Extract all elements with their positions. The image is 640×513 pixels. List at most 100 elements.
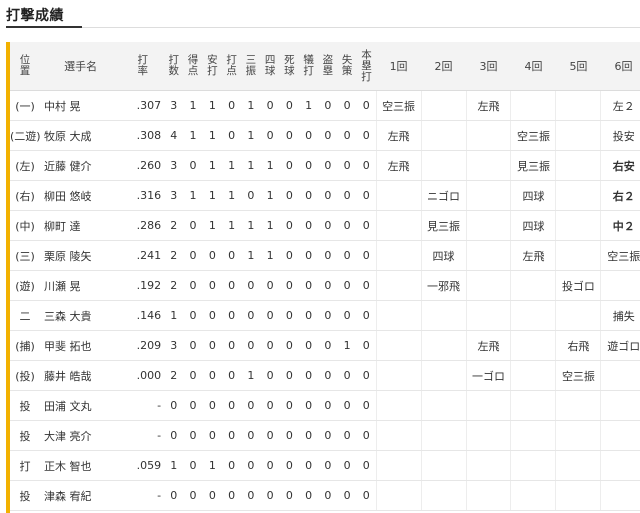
player-rbi: 0 — [221, 480, 242, 511]
player-home-runs: 0 — [356, 330, 377, 361]
player-name-link[interactable]: 三森 大貴 — [39, 300, 122, 331]
player-errors: 0 — [337, 390, 357, 421]
player-name-link[interactable]: 柳町 達 — [39, 210, 122, 241]
inning-5-result — [555, 120, 601, 151]
title-underline — [6, 26, 82, 28]
player-rbi: 0 — [221, 300, 242, 331]
player-batting-average: .000 — [121, 360, 165, 391]
player-position: (二遊) — [10, 120, 40, 151]
player-name-link[interactable]: 甲斐 拓也 — [39, 330, 122, 361]
player-hits: 1 — [202, 180, 222, 211]
player-sacrifice: 0 — [299, 420, 319, 451]
player-strikeouts: 1 — [241, 210, 261, 241]
inning-6-result: 右安 — [600, 150, 640, 181]
inning-2-result — [420, 390, 467, 421]
player-walks: 0 — [260, 270, 280, 301]
player-name-link[interactable]: 藤井 皓哉 — [39, 360, 122, 391]
inning-6-result — [600, 390, 640, 421]
player-hits: 0 — [202, 300, 222, 331]
header-home-runs: 本塁打 — [356, 42, 377, 91]
player-at-bats: 1 — [164, 300, 184, 331]
player-hit-by-pitch: 0 — [279, 90, 300, 121]
player-runs: 1 — [183, 180, 203, 211]
player-at-bats: 0 — [164, 420, 184, 451]
inning-3-result — [465, 210, 511, 241]
player-hits: 0 — [202, 360, 222, 391]
player-name-link[interactable]: 大津 亮介 — [39, 420, 122, 451]
inning-5-result — [555, 240, 601, 271]
player-home-runs: 0 — [356, 450, 377, 481]
inning-4-result: 見三振 — [510, 150, 556, 181]
player-rbi: 0 — [221, 420, 242, 451]
player-batting-average: .059 — [121, 450, 165, 481]
player-stolen-bases: 0 — [318, 270, 338, 301]
header-stolen-bases: 盗塁 — [318, 42, 338, 91]
inning-1-result — [375, 210, 422, 241]
player-walks: 0 — [260, 480, 280, 511]
player-position: (中) — [10, 210, 40, 241]
player-name-link[interactable]: 中村 晃 — [39, 90, 122, 121]
inning-5-result: 投ゴロ — [555, 270, 601, 301]
player-runs: 0 — [183, 150, 203, 181]
inning-4-result — [510, 300, 556, 331]
inning-5-result — [555, 90, 601, 121]
header-inning-1: 1回 — [376, 42, 422, 91]
player-errors: 1 — [337, 330, 357, 361]
inning-4-result: 四球 — [510, 180, 556, 211]
player-stolen-bases: 0 — [318, 240, 338, 271]
player-errors: 0 — [337, 120, 357, 151]
player-position: 投 — [10, 390, 40, 421]
header-hit-by-pitch: 死球 — [279, 42, 300, 91]
player-sacrifice: 0 — [299, 480, 319, 511]
inning-6-result: 空三振 — [600, 240, 640, 271]
player-name-link[interactable]: 川瀬 晃 — [39, 270, 122, 301]
table-row: 投津森 宥紀 -0 0 0 0 0 0 0 0 0 0 0 — [10, 480, 640, 511]
player-hits: 0 — [202, 480, 222, 511]
inning-2-result — [420, 120, 467, 151]
player-stolen-bases: 0 — [318, 90, 338, 121]
inning-3-result — [465, 150, 511, 181]
player-hits: 1 — [202, 210, 222, 241]
inning-3-result: 左飛 — [465, 90, 511, 121]
player-sacrifice: 0 — [299, 150, 319, 181]
player-at-bats: 0 — [164, 480, 184, 511]
header-sacrifice: 犠打 — [299, 42, 319, 91]
player-strikeouts: 0 — [241, 420, 261, 451]
player-stolen-bases: 0 — [318, 210, 338, 241]
inning-4-result — [510, 450, 556, 481]
inning-4-result — [510, 390, 556, 421]
inning-5-result — [555, 480, 601, 511]
inning-1-result: 左飛 — [375, 150, 422, 181]
player-errors: 0 — [337, 210, 357, 241]
player-name-link[interactable]: 牧原 大成 — [39, 120, 122, 151]
player-name-link[interactable]: 栗原 陵矢 — [39, 240, 122, 271]
player-sacrifice: 0 — [299, 360, 319, 391]
player-runs: 0 — [183, 330, 203, 361]
inning-4-result — [510, 270, 556, 301]
player-home-runs: 0 — [356, 150, 377, 181]
player-at-bats: 2 — [164, 210, 184, 241]
player-name-link[interactable]: 近藤 健介 — [39, 150, 122, 181]
player-at-bats: 3 — [164, 330, 184, 361]
player-name-link[interactable]: 田浦 文丸 — [39, 390, 122, 421]
table-row: 二三森 大貴 .146 1 0 0 0 0 0 0 0 0 0 0 捕失 — [10, 300, 640, 331]
player-name-link[interactable]: 津森 宥紀 — [39, 480, 122, 511]
inning-1-result — [375, 270, 422, 301]
player-walks: 0 — [260, 450, 280, 481]
player-name-link[interactable]: 柳田 悠岐 — [39, 180, 122, 211]
inning-1-result — [375, 480, 422, 511]
player-runs: 0 — [183, 300, 203, 331]
inning-5-result — [555, 300, 601, 331]
header-strikeouts: 三振 — [241, 42, 261, 91]
inning-3-result — [465, 180, 511, 211]
player-hit-by-pitch: 0 — [279, 150, 300, 181]
player-walks: 0 — [260, 330, 280, 361]
player-rbi: 0 — [221, 240, 242, 271]
inning-5-result — [555, 420, 601, 451]
inning-2-result — [420, 420, 467, 451]
player-runs: 0 — [183, 480, 203, 511]
inning-2-result — [420, 360, 467, 391]
player-home-runs: 0 — [356, 360, 377, 391]
player-name-link[interactable]: 正木 智也 — [39, 450, 122, 481]
player-home-runs: 0 — [356, 180, 377, 211]
